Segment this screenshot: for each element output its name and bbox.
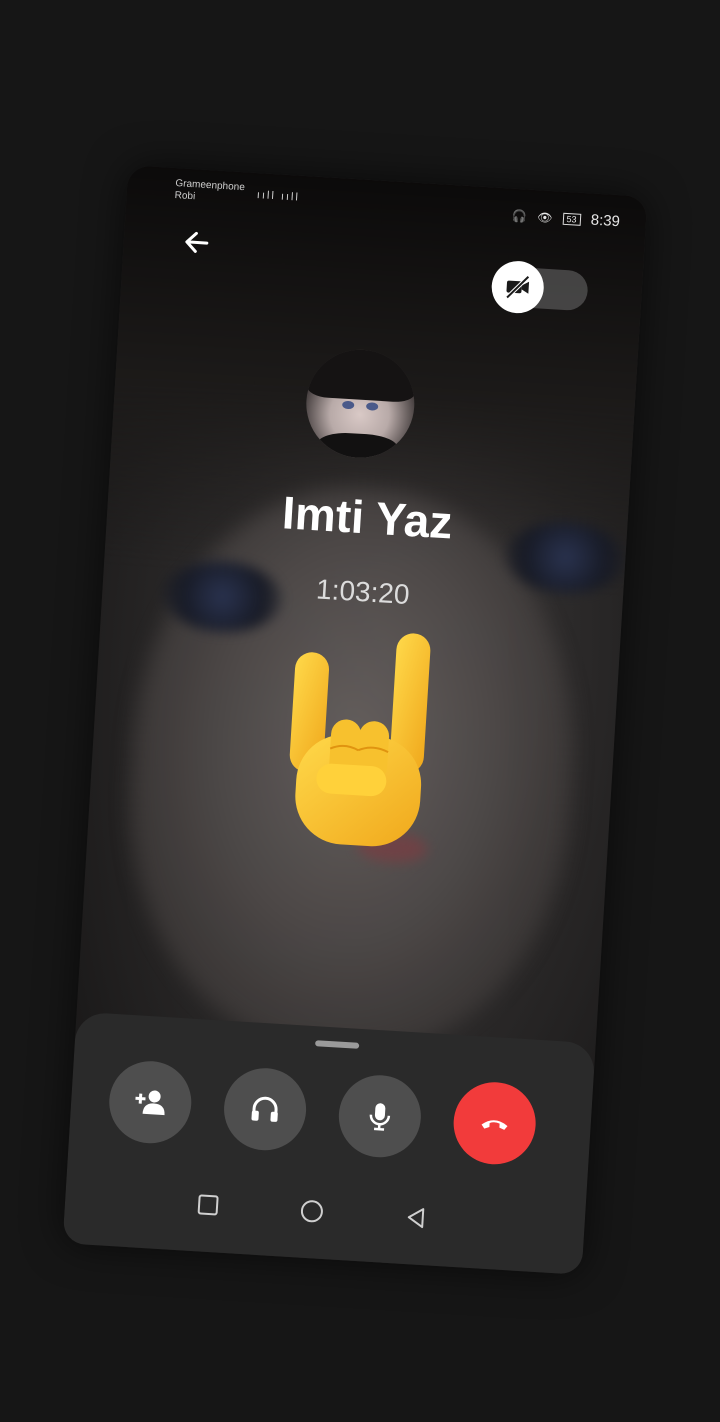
audio-output-button[interactable] — [221, 1065, 309, 1153]
call-screen: Grameenphone Robi ııll ııll 🎧 👁 53 8:39 — [62, 165, 648, 1275]
status-time: 8:39 — [590, 211, 621, 231]
add-person-icon — [135, 1090, 165, 1116]
call-controls-sheet — [62, 1011, 596, 1275]
circle-icon — [300, 1200, 323, 1223]
headphones-icon — [251, 1096, 278, 1122]
sheet-drag-handle[interactable] — [315, 1040, 360, 1049]
nav-back-button[interactable] — [400, 1202, 432, 1234]
microphone-button[interactable] — [336, 1072, 424, 1160]
phone-hangup-icon — [481, 1120, 508, 1130]
headset-icon: 🎧 — [511, 208, 528, 224]
triangle-back-icon — [407, 1208, 425, 1229]
signal-icon: ııll ııll — [256, 189, 301, 204]
nav-recents-button[interactable] — [192, 1189, 224, 1221]
square-icon — [197, 1194, 219, 1216]
rock-hand-reaction-icon — [272, 621, 446, 860]
nav-home-button[interactable] — [296, 1195, 328, 1227]
carrier-names: Grameenphone Robi — [174, 178, 245, 206]
eye-icon: 👁 — [536, 210, 553, 226]
end-call-button[interactable] — [451, 1079, 539, 1167]
microphone-icon — [369, 1103, 391, 1131]
status-right: 🎧 👁 53 8:39 — [512, 207, 621, 231]
battery-icon: 53 — [562, 212, 581, 226]
back-button[interactable] — [178, 223, 216, 261]
camera-toggle[interactable] — [490, 259, 589, 315]
arrow-left-icon — [185, 231, 209, 253]
video-off-icon — [505, 275, 530, 299]
add-person-button[interactable] — [106, 1058, 194, 1146]
